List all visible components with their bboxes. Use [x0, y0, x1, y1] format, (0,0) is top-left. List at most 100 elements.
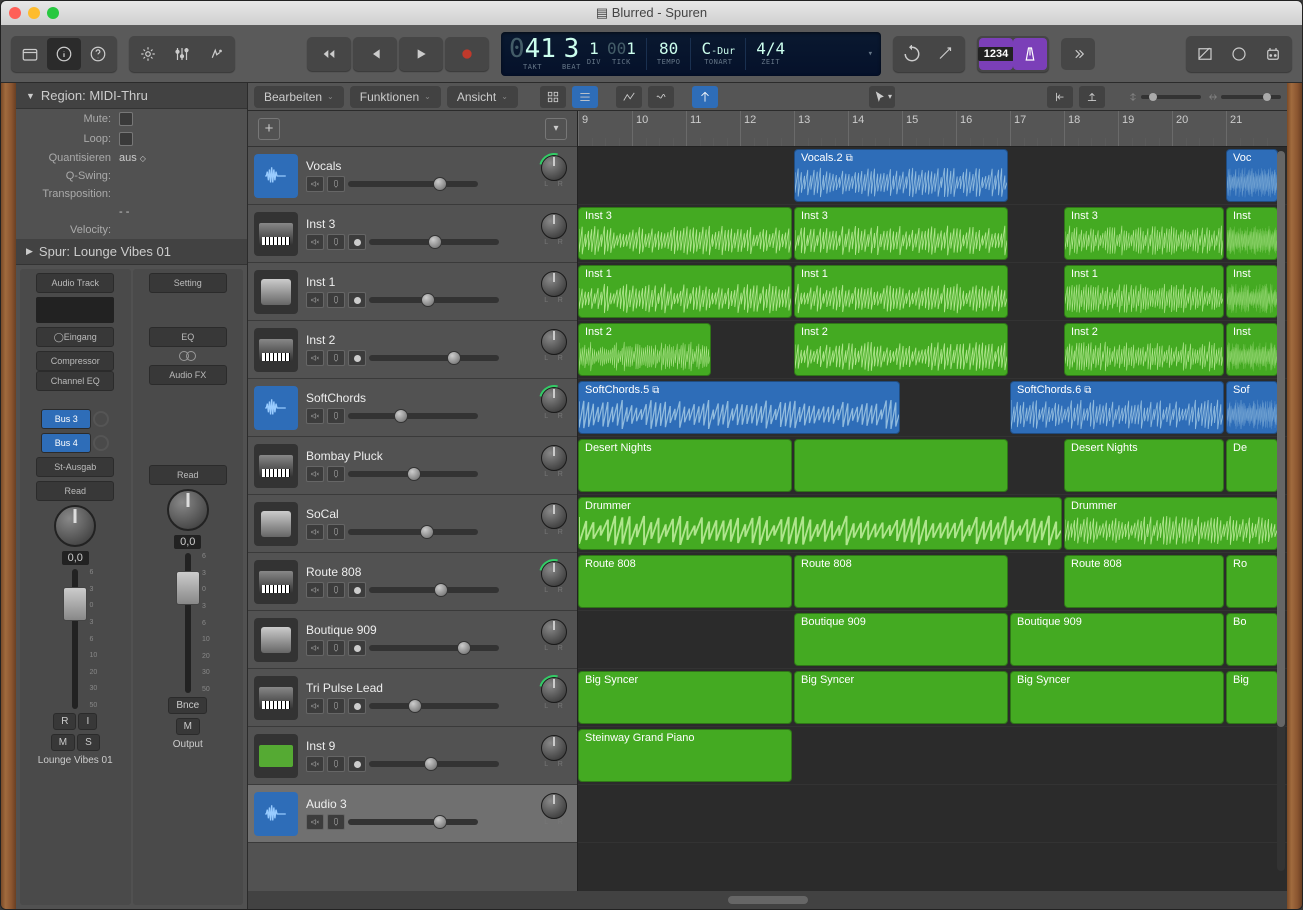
solo-icon[interactable] — [327, 814, 345, 830]
inspector-row[interactable]: Mute: — [16, 109, 247, 129]
input-slot[interactable]: ◯ Eingang — [36, 327, 114, 347]
horizontal-scrollbar[interactable] — [728, 896, 808, 904]
track-lane[interactable]: Inst 3Inst 3Inst 3Inst — [578, 205, 1287, 263]
vzoom-slider[interactable] — [1127, 91, 1201, 103]
list-editors-button[interactable] — [1188, 38, 1222, 70]
region[interactable]: Route 808 — [1064, 555, 1224, 608]
play-button[interactable] — [399, 37, 443, 71]
pan-knob[interactable]: L R — [537, 503, 571, 545]
menu-bearbeiten[interactable]: Bearbeiten ⌄ — [254, 86, 344, 108]
channel-setting[interactable]: Setting — [149, 273, 227, 293]
volume-slider[interactable] — [369, 239, 499, 245]
region[interactable]: Boutique 909 — [1010, 613, 1224, 666]
track-header[interactable]: Tri Pulse Lead L R — [248, 669, 577, 727]
solo-icon[interactable] — [327, 524, 345, 540]
solo-icon[interactable] — [327, 234, 345, 250]
track-header[interactable]: Route 808 L R — [248, 553, 577, 611]
region[interactable]: Drummer — [578, 497, 1062, 550]
track-icon[interactable] — [254, 212, 298, 256]
volume-slider[interactable] — [348, 471, 478, 477]
record-enable-icon[interactable] — [348, 350, 366, 366]
solo-button[interactable]: S — [77, 734, 100, 751]
track-lane[interactable]: Inst 1Inst 1Inst 1Inst — [578, 263, 1287, 321]
fx-slot-1[interactable]: Compressor — [36, 351, 114, 371]
volume-fader[interactable]: 6303610203050 — [55, 569, 95, 709]
snap-left-icon[interactable] — [1047, 86, 1073, 108]
automation-mode[interactable]: Read — [36, 481, 114, 501]
mixer-button[interactable] — [165, 38, 199, 70]
pan-knob[interactable]: L R — [537, 271, 571, 313]
track-icon[interactable] — [254, 560, 298, 604]
region[interactable]: Inst 3 — [1064, 207, 1224, 260]
smart-controls-button[interactable] — [131, 38, 165, 70]
region[interactable]: Voc — [1226, 149, 1278, 202]
track-header[interactable]: SoCal L R — [248, 495, 577, 553]
mute-icon[interactable] — [306, 176, 324, 192]
output-slot[interactable]: St-Ausgab — [36, 457, 114, 477]
track-lane[interactable]: Vocals.2⧉Voc — [578, 147, 1287, 205]
region[interactable]: Inst 2 — [794, 323, 1008, 376]
track-header[interactable]: Inst 1 L R — [248, 263, 577, 321]
automation-icon[interactable] — [616, 86, 642, 108]
region[interactable]: Inst — [1226, 207, 1278, 260]
solo-icon[interactable] — [327, 466, 345, 482]
mute-icon[interactable] — [306, 408, 324, 424]
hzoom-slider[interactable] — [1207, 91, 1281, 103]
record-enable[interactable]: R — [53, 713, 76, 730]
volume-slider[interactable] — [348, 819, 478, 825]
region[interactable]: Big Syncer — [794, 671, 1008, 724]
region[interactable]: De — [1226, 439, 1278, 492]
region[interactable]: Ro — [1226, 555, 1278, 608]
mute-icon[interactable] — [306, 292, 324, 308]
catch-icon[interactable] — [692, 86, 718, 108]
solo-icon[interactable] — [327, 408, 345, 424]
region[interactable]: Big Syncer — [1010, 671, 1224, 724]
inspector-row[interactable]: Quantisierenaus ◇ — [16, 149, 247, 167]
track-icon[interactable] — [254, 270, 298, 314]
inspector-row[interactable]: - - — [16, 203, 247, 221]
grid-view-icon[interactable] — [540, 86, 566, 108]
list-view-icon[interactable] — [572, 86, 598, 108]
automation-mode[interactable]: Read — [149, 465, 227, 485]
pan-knob[interactable] — [167, 489, 209, 531]
track-lane[interactable]: Desert NightsDesert NightsDe — [578, 437, 1287, 495]
track-lane[interactable]: SoftChords.5⧉SoftChords.6⧉Sof — [578, 379, 1287, 437]
track-header[interactable]: ▶Spur: Lounge Vibes 01 — [16, 239, 247, 265]
global-tracks-button[interactable]: ▾ — [545, 118, 567, 140]
mute-icon[interactable] — [306, 698, 324, 714]
volume-slider[interactable] — [369, 703, 499, 709]
menu-ansicht[interactable]: Ansicht ⌄ — [447, 86, 518, 108]
inspector-row[interactable]: Velocity: — [16, 221, 247, 239]
window-close[interactable] — [9, 7, 21, 19]
track-lane[interactable]: Boutique 909Boutique 909Bo — [578, 611, 1287, 669]
record-enable-icon[interactable] — [348, 698, 366, 714]
track-icon[interactable] — [254, 386, 298, 430]
track-lane[interactable]: DrummerDrummer — [578, 495, 1287, 553]
region[interactable]: Desert Nights — [578, 439, 792, 492]
region[interactable]: Inst 1 — [578, 265, 792, 318]
pan-knob[interactable]: L R — [537, 155, 571, 197]
track-icon[interactable] — [254, 676, 298, 720]
pan-value[interactable]: 0,0 — [62, 551, 89, 565]
pan-knob[interactable]: L R — [537, 793, 571, 835]
region[interactable]: Inst — [1226, 323, 1278, 376]
track-icon[interactable] — [254, 734, 298, 778]
replace-button[interactable] — [929, 38, 963, 70]
track-icon[interactable] — [254, 444, 298, 488]
input-monitor[interactable]: I — [78, 713, 97, 730]
region[interactable]: Sof — [1226, 381, 1278, 434]
volume-slider[interactable] — [348, 413, 478, 419]
solo-icon[interactable] — [327, 756, 345, 772]
track-lane[interactable]: Inst 2Inst 2Inst 2Inst — [578, 321, 1287, 379]
pan-knob[interactable]: L R — [537, 735, 571, 777]
region[interactable]: Inst 1 — [794, 265, 1008, 318]
record-enable-icon[interactable] — [348, 582, 366, 598]
volume-slider[interactable] — [348, 181, 478, 187]
record-enable-icon[interactable] — [348, 292, 366, 308]
mute-icon[interactable] — [306, 234, 324, 250]
library-button[interactable] — [13, 38, 47, 70]
track-icon[interactable] — [254, 154, 298, 198]
region[interactable]: Route 808 — [794, 555, 1008, 608]
channel-setting[interactable]: Audio Track — [36, 273, 114, 293]
notepad-button[interactable] — [1222, 38, 1256, 70]
